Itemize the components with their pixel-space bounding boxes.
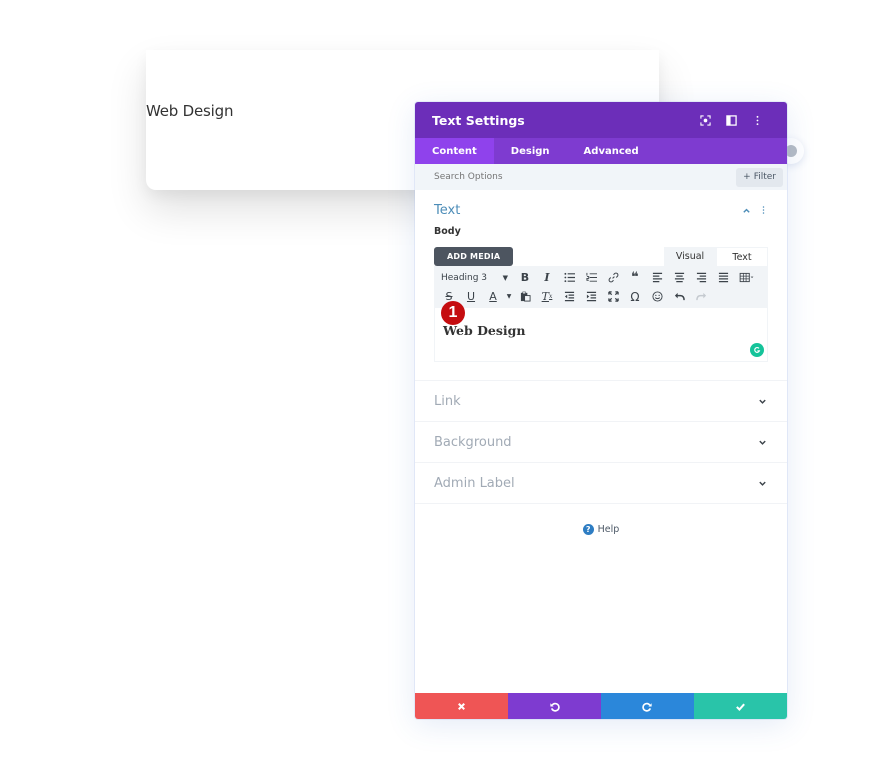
undo-button[interactable] (508, 693, 601, 719)
section-link-title: Link (434, 393, 461, 409)
section-text: Text Body ADD MEDIA Visual Text Heading … (415, 190, 787, 381)
align-left-icon[interactable] (646, 269, 668, 287)
section-admin-label-header[interactable]: Admin Label (415, 463, 787, 503)
emoji-icon[interactable] (646, 288, 668, 306)
module-preview-text: Web Design (146, 102, 234, 120)
link-icon[interactable] (602, 269, 624, 287)
focus-icon[interactable] (692, 110, 718, 130)
section-options-icon[interactable] (758, 205, 768, 215)
special-character-icon[interactable]: Ω (624, 288, 646, 306)
section-link: Link (415, 381, 787, 422)
section-text-header[interactable]: Text (415, 190, 787, 230)
indent-icon[interactable] (580, 288, 602, 306)
rich-text-editor[interactable]: 1 Web Design (434, 301, 768, 362)
editor-heading-text[interactable]: Web Design (443, 323, 759, 338)
filter-label: Filter (753, 172, 776, 182)
section-background-title: Background (434, 434, 512, 450)
settings-tabs: Content Design Advanced (415, 138, 787, 164)
visual-tab[interactable]: Visual (664, 247, 716, 266)
search-options-input[interactable] (434, 172, 737, 182)
section-text-title: Text (434, 202, 461, 218)
outdent-icon[interactable] (558, 288, 580, 306)
panel-header[interactable]: Text Settings (415, 102, 787, 138)
redo-icon (642, 702, 652, 712)
split-view-icon[interactable] (718, 110, 744, 130)
undo-icon[interactable] (668, 288, 690, 306)
panel-footer (415, 693, 787, 719)
caret-down-icon: ▼ (502, 273, 508, 282)
section-background-header[interactable]: Background (415, 422, 787, 462)
blockquote-icon[interactable]: ❝ (624, 269, 646, 287)
more-options-icon[interactable] (744, 110, 770, 130)
tab-design[interactable]: Design (494, 138, 567, 164)
discard-button[interactable] (415, 693, 508, 719)
filter-button[interactable]: + Filter (736, 167, 783, 187)
body-label: Body (434, 226, 461, 237)
help-label: Help (597, 524, 620, 535)
help-link[interactable]: ? Help (415, 524, 787, 535)
help-icon: ? (582, 524, 594, 535)
chevron-down-icon[interactable] (756, 436, 768, 448)
tab-advanced[interactable]: Advanced (567, 138, 656, 164)
format-select-value: Heading 3 (441, 272, 488, 283)
paste-as-text-icon[interactable] (514, 288, 536, 306)
step-badge: 1 (441, 301, 465, 325)
bullet-list-icon[interactable] (558, 269, 580, 287)
clear-formatting-icon[interactable]: Tx (536, 288, 558, 306)
chevron-up-icon[interactable] (740, 204, 752, 216)
section-background: Background (415, 422, 787, 463)
text-color-dropdown-icon[interactable]: ▼ (504, 288, 514, 306)
table-icon[interactable] (734, 269, 760, 287)
tab-content[interactable]: Content (415, 138, 494, 164)
underline-icon[interactable]: U (460, 288, 482, 306)
section-link-header[interactable]: Link (415, 381, 787, 421)
plus-icon: + (743, 172, 751, 182)
text-settings-panel: Text Settings Content Design Advanced + … (415, 102, 787, 719)
align-center-icon[interactable] (668, 269, 690, 287)
close-icon (458, 702, 465, 710)
redo-button[interactable] (601, 693, 694, 719)
numbered-list-icon[interactable] (580, 269, 602, 287)
check-icon (736, 703, 745, 711)
fullscreen-icon[interactable] (602, 288, 624, 306)
align-justify-icon[interactable] (712, 269, 734, 287)
add-media-button[interactable]: ADD MEDIA (434, 247, 514, 266)
section-admin-label: Admin Label (415, 463, 787, 504)
panel-title: Text Settings (432, 112, 525, 128)
redo-icon[interactable] (690, 288, 712, 306)
search-row: + Filter (415, 164, 787, 190)
text-color-icon[interactable]: A (482, 288, 504, 306)
italic-icon[interactable]: I (536, 269, 558, 287)
editor-toolbar: Heading 3 ▼ B I ❝ S U A ▼ T x Ω (434, 266, 768, 308)
text-tab[interactable]: Text (716, 247, 768, 266)
undo-icon (550, 702, 560, 712)
section-admin-label-title: Admin Label (434, 475, 515, 491)
chevron-down-icon[interactable] (756, 477, 768, 489)
format-select[interactable]: Heading 3 ▼ (438, 269, 514, 287)
grammarly-icon[interactable] (750, 343, 764, 357)
align-right-icon[interactable] (690, 269, 712, 287)
chevron-down-icon[interactable] (756, 395, 768, 407)
bold-icon[interactable]: B (514, 269, 536, 287)
save-button[interactable] (694, 693, 787, 719)
